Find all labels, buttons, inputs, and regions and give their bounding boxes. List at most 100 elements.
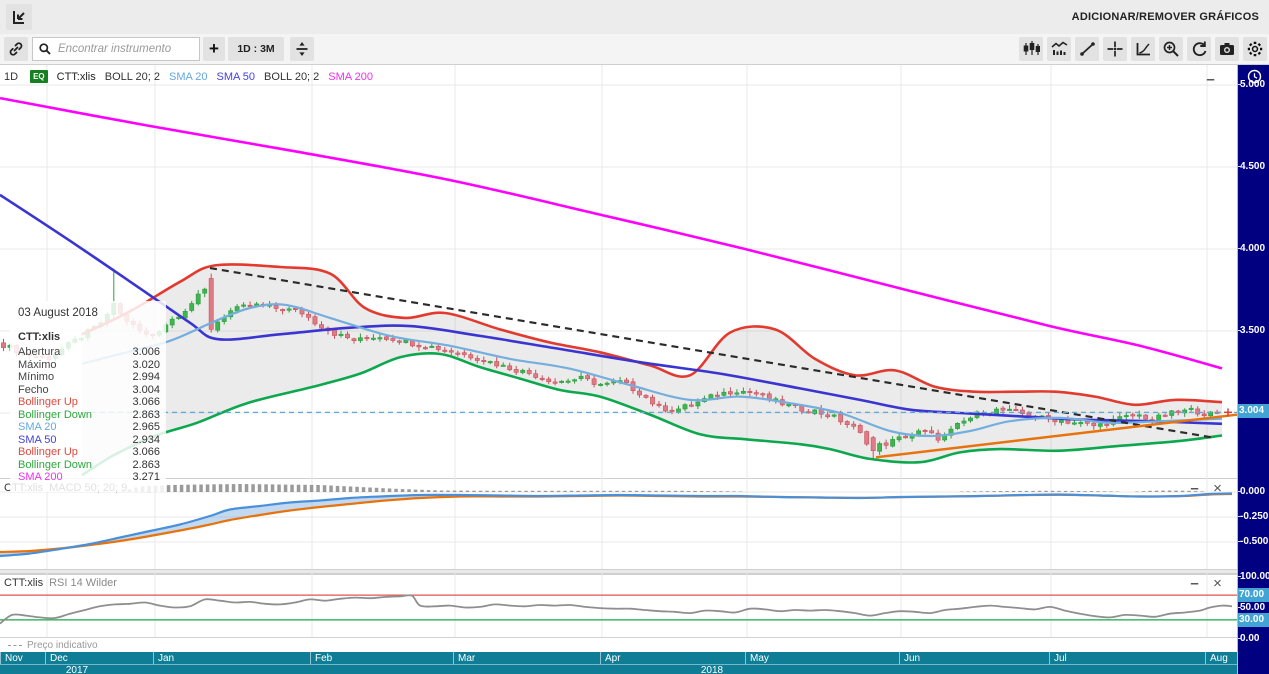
main-price-chart[interactable] [0, 65, 1237, 478]
link-icon[interactable] [4, 37, 28, 61]
footer-legend: Preço indicativo [0, 637, 1237, 653]
period-selector-button[interactable]: 1D : 3M [228, 37, 284, 61]
time-axis-month-label: Feb [315, 653, 333, 664]
exchange-badge: EQ [30, 70, 48, 83]
rsi-indicator-label: RSI 14 Wilder [49, 577, 117, 589]
time-axis-month-label: Jan [158, 653, 175, 664]
time-axis-tick [0, 652, 1, 664]
rsi-axis-label: 100.00 [1238, 570, 1269, 582]
chart-type-icon[interactable] [1019, 37, 1043, 61]
reset-zoom-icon-glyph [1192, 41, 1207, 57]
ohlc-tooltip: 03 August 2018 CTT:xlis Abertura 3.006 Máx… [10, 301, 166, 492]
tooltip-row: Máximo 3.020 [18, 358, 160, 371]
legend-item[interactable]: BOLL 20; 2 [105, 71, 160, 83]
tooltip-row: SMA 50 2.934 [18, 433, 160, 446]
legend-item[interactable]: SMA 20 [169, 71, 208, 83]
time-axis-month-label: Nov [5, 653, 23, 664]
price-axis-label: 4.500 [1238, 160, 1269, 173]
rsi-symbol-label: CTT:xlis [4, 577, 44, 589]
time-axis-tick [310, 652, 311, 664]
main-panel-minimize-button[interactable]: – [1203, 72, 1218, 89]
price-axis[interactable]: 5.000 4.500 4.000 3.500 3.004 0.000 -0.250 -0.5… [1237, 65, 1269, 674]
add-remove-charts-button[interactable]: ADICIONAR/REMOVER GRÁFICOS [1072, 0, 1259, 34]
timeframe-label: 1D [4, 70, 19, 83]
legend-item[interactable]: SMA 200 [328, 71, 373, 83]
add-chart-button[interactable]: + [203, 37, 225, 61]
tooltip-row: SMA 20 2.965 [18, 421, 160, 433]
rsi-panel-chart[interactable] [0, 573, 1237, 637]
tooltip-symbol: CTT:xlis [18, 331, 61, 343]
time-axis-years: 2017 2018 [0, 665, 1237, 674]
zoom-in-icon[interactable] [1159, 37, 1183, 61]
rsi-panel-minimize-button[interactable]: – [1187, 576, 1202, 593]
time-axis-months: Nov Dec Jan Feb Mar Apr May Jun Jul Aug [0, 652, 1237, 665]
time-axis-tick [1205, 652, 1206, 664]
time-axis-tick [899, 652, 900, 664]
time-axis-month-label: Jun [904, 653, 921, 664]
legend-item[interactable]: BOLL 20; 2 [264, 71, 319, 83]
dock-window-icon[interactable] [6, 4, 32, 30]
tooltip-row: Bollinger Up 3.066 [18, 396, 160, 408]
last-price-tag: 3.004 [1238, 404, 1269, 419]
time-axis[interactable]: Nov Dec Jan Feb Mar Apr May Jun Jul Aug 2017 2018 [0, 652, 1237, 674]
tooltip-date: 03 August 2018 [18, 307, 98, 319]
time-axis-month-label: May [750, 653, 769, 664]
drawing-line-icon-glyph [1080, 42, 1095, 56]
time-axis-tick [45, 652, 46, 664]
time-axis-tick [600, 652, 601, 664]
split-view-icon[interactable] [290, 37, 314, 61]
dock-window-glyph [13, 11, 25, 24]
main-chart-legend: 1D EQ CTT:xlis BOLL 20; 2 SMA 20 SMA 50 BOLL… [4, 70, 382, 83]
price-axis-label: 3.500 [1238, 324, 1269, 337]
tooltip-row: Abertura 3.006 [18, 346, 160, 358]
indicators-icon[interactable] [1047, 37, 1071, 61]
axis-settings-icon-glyph [1136, 43, 1150, 56]
crosshair-icon-glyph [1107, 41, 1123, 57]
split-view-glyph [296, 42, 308, 56]
search-input[interactable] [56, 42, 216, 56]
chart-toolbar: + 1D : 3M [0, 34, 1269, 65]
time-axis-year-label: 2018 [700, 665, 724, 674]
crosshair-icon[interactable] [1103, 37, 1127, 61]
macd-axis-label: -0.500 [1238, 536, 1269, 547]
snapshot-icon-glyph [1220, 43, 1234, 55]
rsi-axis-label: 0.00 [1238, 632, 1269, 645]
rsi-panel-close-button[interactable]: × [1210, 576, 1225, 593]
drawing-line-icon[interactable] [1075, 37, 1099, 61]
time-axis-month-label: Mar [458, 653, 476, 664]
macd-axis-label: 0.000 [1238, 485, 1269, 498]
tooltip-row: Bollinger Down 2.863 [18, 408, 160, 421]
indicators-icon-glyph [1051, 41, 1068, 55]
axis-settings-icon[interactable] [1131, 37, 1155, 61]
tooltip-row: SMA 200 3.271 [18, 471, 160, 483]
title-bar: ADICIONAR/REMOVER GRÁFICOS [0, 0, 1269, 34]
rsi-axis-label: 50.00 [1238, 601, 1269, 614]
zoom-in-icon-glyph [1163, 41, 1179, 57]
tooltip-row: Bollinger Down 2.863 [18, 458, 160, 471]
reset-zoom-icon[interactable] [1187, 37, 1211, 61]
settings-gear-icon[interactable] [1243, 37, 1267, 61]
indicative-price-dash-icon [8, 645, 22, 646]
tooltip-row: Mínimo 2.994 [18, 371, 160, 383]
chart-area: 1D EQ CTT:xlis BOLL 20; 2 SMA 20 SMA 50 BOLL… [0, 64, 1269, 674]
time-axis-tick [153, 652, 154, 664]
settings-gear-icon-glyph [1247, 41, 1263, 57]
macd-panel-chart[interactable] [0, 478, 1237, 569]
time-axis-month-label: Jul [1054, 653, 1067, 664]
time-axis-tick [453, 652, 454, 664]
chart-type-icon-glyph [1023, 41, 1040, 55]
macd-panel-close-button[interactable]: × [1210, 481, 1225, 498]
time-axis-year-label: 2017 [65, 665, 89, 674]
macd-panel-minimize-button[interactable]: – [1187, 481, 1202, 498]
tooltip-row: Fecho 3.004 [18, 383, 160, 396]
snapshot-icon[interactable] [1215, 37, 1239, 61]
legend-item[interactable]: CTT:xlis [57, 71, 96, 83]
legend-item[interactable]: SMA 50 [217, 71, 256, 83]
time-axis-tick [745, 652, 746, 664]
indicative-price-label: Preço indicativo [27, 640, 98, 651]
time-axis-month-label: Apr [605, 653, 621, 664]
search-icon [39, 43, 51, 55]
time-axis-month-label: Aug [1210, 653, 1228, 664]
price-axis-label: 5.000 [1238, 78, 1269, 91]
rsi-panel-header: CTT:xlis RSI 14 Wilder [4, 577, 117, 589]
